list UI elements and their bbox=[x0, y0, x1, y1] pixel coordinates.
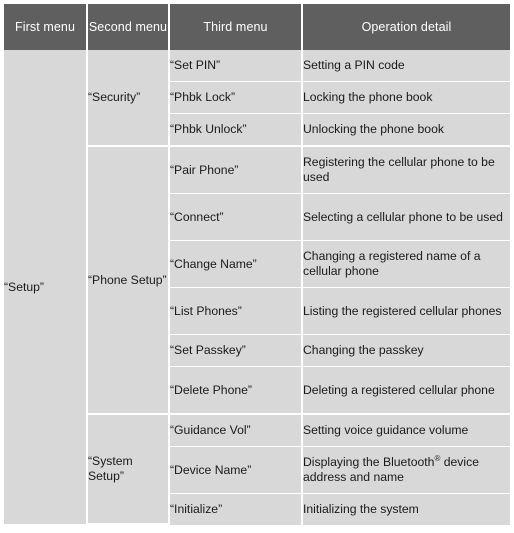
cell-third-menu: “Initialize” bbox=[170, 494, 303, 525]
column-header-operation-detail: Operation detail bbox=[303, 4, 510, 50]
cell-second-menu-security: “Security” bbox=[88, 50, 170, 147]
cell-operation-detail: Changing the passkey bbox=[303, 335, 510, 367]
table-header-row: First menu Second menu Third menu Operat… bbox=[4, 4, 510, 50]
cell-first-menu-setup: “Setup” bbox=[4, 50, 88, 525]
cell-operation-detail: Deleting a registered cellular phone bbox=[303, 367, 510, 415]
cell-operation-detail: Changing a registered name of a cellular… bbox=[303, 241, 510, 288]
column-header-second-menu: Second menu bbox=[88, 4, 170, 50]
cell-third-menu: “Phbk Lock” bbox=[170, 82, 303, 114]
column-header-third-menu: Third menu bbox=[170, 4, 303, 50]
cell-operation-detail: Setting a PIN code bbox=[303, 50, 510, 82]
cell-operation-detail: Unlocking the phone book bbox=[303, 114, 510, 147]
detail-text-pre: Displaying the Bluetooth bbox=[303, 455, 435, 469]
cell-operation-detail: Listing the registered cellular phones bbox=[303, 288, 510, 335]
cell-operation-detail: Registering the cellular phone to be use… bbox=[303, 147, 510, 194]
menu-reference-table: First menu Second menu Third menu Operat… bbox=[4, 4, 510, 525]
cell-third-menu: “Connect” bbox=[170, 194, 303, 241]
cell-third-menu: “Change Name” bbox=[170, 241, 303, 288]
column-header-first-menu: First menu bbox=[4, 4, 88, 50]
cell-third-menu: “Set Passkey” bbox=[170, 335, 303, 367]
cell-third-menu: “Guidance Vol” bbox=[170, 415, 303, 447]
cell-operation-detail: Initializing the system bbox=[303, 494, 510, 525]
cell-third-menu: “Pair Phone” bbox=[170, 147, 303, 194]
cell-operation-detail: Selecting a cellular phone to be used bbox=[303, 194, 510, 241]
cell-second-menu-phone-setup: “Phone Setup” bbox=[88, 147, 170, 415]
table-body: “Setup” “Security” “Set PIN” Setting a P… bbox=[4, 50, 510, 525]
cell-third-menu: “Device Name” bbox=[170, 447, 303, 494]
cell-third-menu: “List Phones” bbox=[170, 288, 303, 335]
cell-third-menu: “Set PIN” bbox=[170, 50, 303, 82]
cell-operation-detail-bluetooth: Displaying the Bluetooth® device address… bbox=[303, 447, 510, 494]
cell-operation-detail: Setting voice guidance volume bbox=[303, 415, 510, 447]
cell-third-menu: “Delete Phone” bbox=[170, 367, 303, 415]
cell-second-menu-system-setup: “System Setup” bbox=[88, 415, 170, 525]
cell-third-menu: “Phbk Unlock” bbox=[170, 114, 303, 147]
table-row: “Setup” “Security” “Set PIN” Setting a P… bbox=[4, 50, 510, 525]
table-header: First menu Second menu Third menu Operat… bbox=[4, 4, 510, 50]
cell-operation-detail: Locking the phone book bbox=[303, 82, 510, 114]
bluetooth-menu-table-container: First menu Second menu Third menu Operat… bbox=[4, 4, 510, 525]
